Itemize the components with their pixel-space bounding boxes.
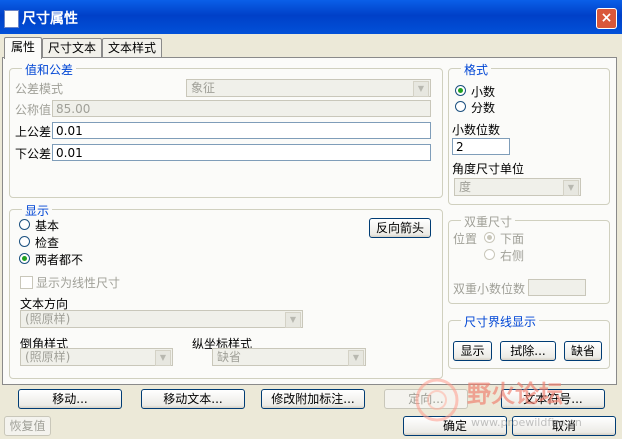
tol-mode-label: 公差模式: [15, 82, 64, 96]
angle-unit-value: 度: [459, 180, 472, 194]
dual-places-field[interactable]: [528, 279, 586, 296]
tol-mode-value: 象征: [191, 81, 216, 95]
modify-attach-button[interactable]: 修改附加标注...: [261, 389, 365, 409]
watermark-title: 野火论坛: [467, 380, 563, 408]
dual-places-label: 双重小数位数: [453, 282, 526, 296]
basic-label: 基本: [35, 219, 60, 233]
tab-text-style[interactable]: 文本样式: [102, 38, 162, 58]
lower-tol-field[interactable]: 0.01: [52, 144, 431, 161]
dual-dimension-legend: 双重尺寸: [461, 213, 516, 230]
nominal-label: 公称值: [15, 103, 52, 117]
lower-tol-label: 下公差: [15, 147, 52, 161]
format-legend: 格式: [461, 61, 492, 78]
upper-tol-field[interactable]: 0.01: [52, 122, 431, 139]
tol-mode-select[interactable]: 象征 ▼: [186, 79, 431, 97]
ordinate-style-value: 缺省: [217, 350, 242, 364]
upper-tol-label: 上公差: [15, 125, 52, 139]
dual-position-label: 位置: [453, 232, 478, 246]
fraction-radio[interactable]: [455, 101, 466, 112]
decimal-places-label: 小数位数: [452, 123, 501, 137]
title-bar: 尺寸属性 ×: [0, 0, 622, 34]
text-direction-value: (照原样): [25, 312, 71, 326]
tab-dimension-text[interactable]: 尺寸文本: [42, 38, 102, 58]
decimal-radio[interactable]: [455, 85, 466, 96]
window-title: 尺寸属性: [22, 11, 78, 27]
decimal-places-field[interactable]: 2: [452, 138, 510, 155]
neither-label: 两者都不: [35, 253, 84, 267]
witness-line-legend: 尺寸界线显示: [461, 313, 540, 330]
move-button[interactable]: 移动...: [18, 389, 122, 409]
angle-unit-select[interactable]: 度 ▼: [454, 178, 581, 196]
window-icon: [4, 10, 19, 28]
watermark-logo: 野火论坛 www.proewildfire.cn: [415, 378, 582, 429]
chamfer-style-value: (照原样): [25, 350, 71, 364]
close-button[interactable]: ×: [596, 8, 617, 29]
chevron-down-icon: ▼: [348, 350, 364, 366]
ordinate-style-select[interactable]: 缺省 ▼: [212, 348, 366, 366]
witness-default-button[interactable]: 缺省: [564, 341, 602, 361]
flip-arrows-button[interactable]: 反向箭头: [369, 218, 431, 238]
dual-below-label: 下面: [500, 232, 525, 246]
dual-right-label: 右侧: [500, 249, 525, 263]
chevron-down-icon: ▼: [413, 81, 429, 97]
tab-properties[interactable]: 属性: [4, 37, 42, 59]
restore-values-button[interactable]: 恢复值: [4, 416, 51, 436]
inspect-label: 检查: [35, 236, 60, 250]
value-tolerance-legend: 值和公差: [22, 61, 77, 78]
witness-show-button[interactable]: 显示: [453, 341, 492, 361]
inspect-radio[interactable]: [19, 236, 30, 247]
show-linear-label: 显示为线性尺寸: [36, 276, 121, 290]
neither-radio[interactable]: [19, 253, 30, 264]
chevron-down-icon: ▼: [563, 180, 579, 196]
angle-unit-label: 角度尺寸单位: [452, 162, 525, 176]
chevron-down-icon: ▼: [285, 312, 301, 328]
basic-radio[interactable]: [19, 219, 30, 230]
nominal-field[interactable]: 85.00: [52, 100, 431, 117]
chevron-down-icon: ▼: [155, 350, 171, 366]
move-text-button[interactable]: 移动文本...: [141, 389, 245, 409]
fraction-label: 分数: [471, 101, 496, 115]
decimal-label: 小数: [471, 85, 496, 99]
chamfer-style-select[interactable]: (照原样) ▼: [20, 348, 173, 366]
show-linear-checkbox[interactable]: [20, 276, 33, 289]
properties-panel: 值和公差 公差模式 象征 ▼ 公称值 85.00 上公差 0.01 下公差 0.…: [2, 57, 617, 385]
dual-below-radio[interactable]: [484, 232, 495, 243]
text-direction-select[interactable]: (照原样) ▼: [20, 310, 303, 328]
dual-right-radio[interactable]: [484, 249, 495, 260]
watermark-url: www.proewildfire.cn: [471, 416, 582, 429]
witness-erase-button[interactable]: 拭除...: [500, 341, 556, 361]
